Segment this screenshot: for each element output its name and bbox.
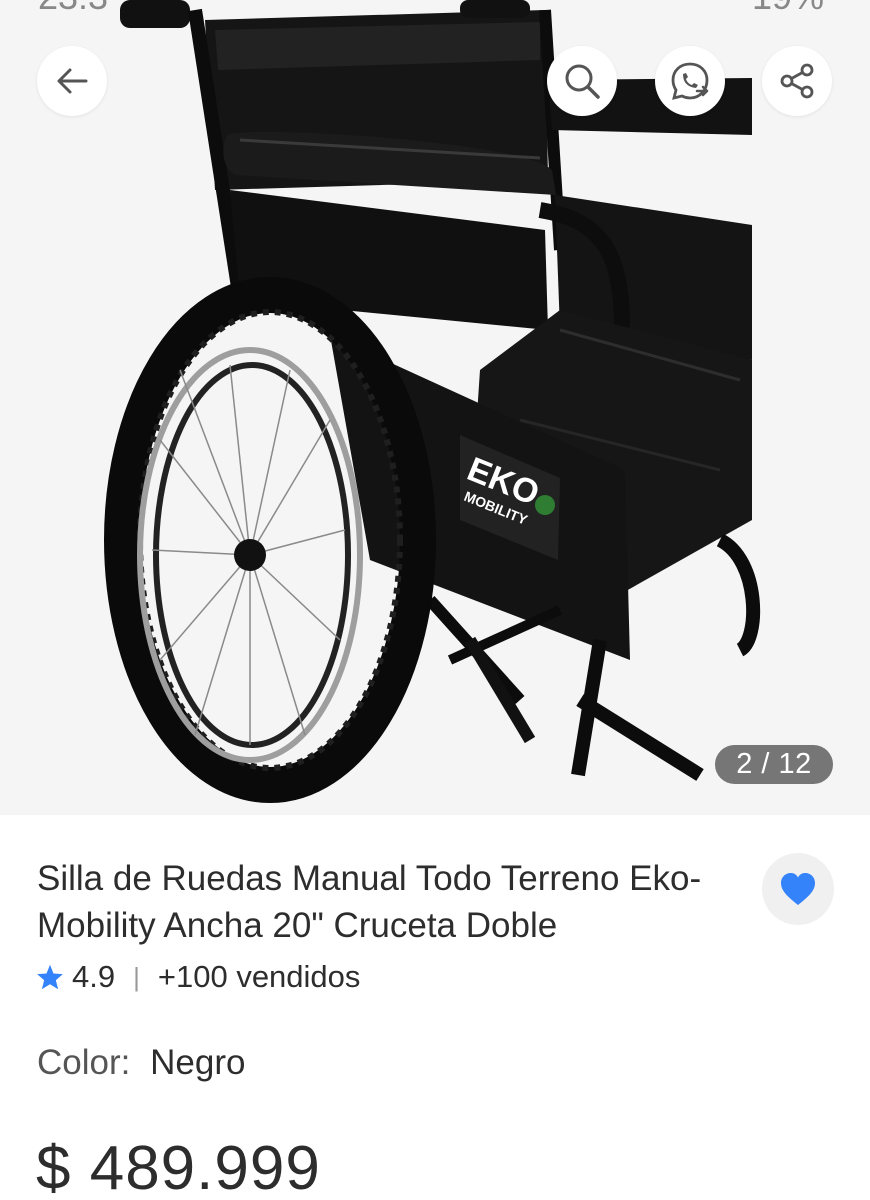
- color-value: Negro: [150, 1043, 246, 1082]
- product-image[interactable]: EKO MOBILITY: [0, 0, 870, 815]
- favorite-button[interactable]: [762, 853, 834, 925]
- rating-separator: |: [133, 961, 140, 992]
- color-selector[interactable]: Color: Negro: [37, 1043, 245, 1083]
- status-bar: 23:3 19%: [0, 0, 870, 14]
- status-time: 23:3: [38, 0, 108, 14]
- color-label: Color:: [37, 1043, 131, 1082]
- share-button[interactable]: [762, 46, 832, 116]
- status-battery: 19%: [752, 0, 824, 14]
- sold-count: +100 vendidos: [157, 959, 361, 994]
- image-counter: 2 / 12: [715, 745, 833, 784]
- search-icon: [565, 64, 600, 99]
- share-icon: [780, 63, 814, 99]
- arrow-left-icon: [57, 68, 88, 94]
- product-title: Silla de Ruedas Manual Todo Terreno Eko-…: [37, 859, 702, 945]
- rating-value: 4.9: [72, 959, 116, 994]
- back-button[interactable]: [37, 46, 107, 116]
- star-icon: [37, 964, 63, 990]
- whatsapp-share-button[interactable]: [655, 46, 725, 116]
- whatsapp-share-icon: [671, 62, 709, 100]
- heart-icon: [781, 873, 815, 905]
- search-button[interactable]: [547, 46, 617, 116]
- product-gallery[interactable]: EKO MOBILITY 2 / 12: [0, 0, 870, 815]
- product-info: Silla de Ruedas Manual Todo Terreno Eko-…: [0, 815, 870, 1200]
- rating-row: 4.9 | +100 vendidos: [36, 957, 360, 997]
- product-price: $ 489.999: [36, 1134, 321, 1200]
